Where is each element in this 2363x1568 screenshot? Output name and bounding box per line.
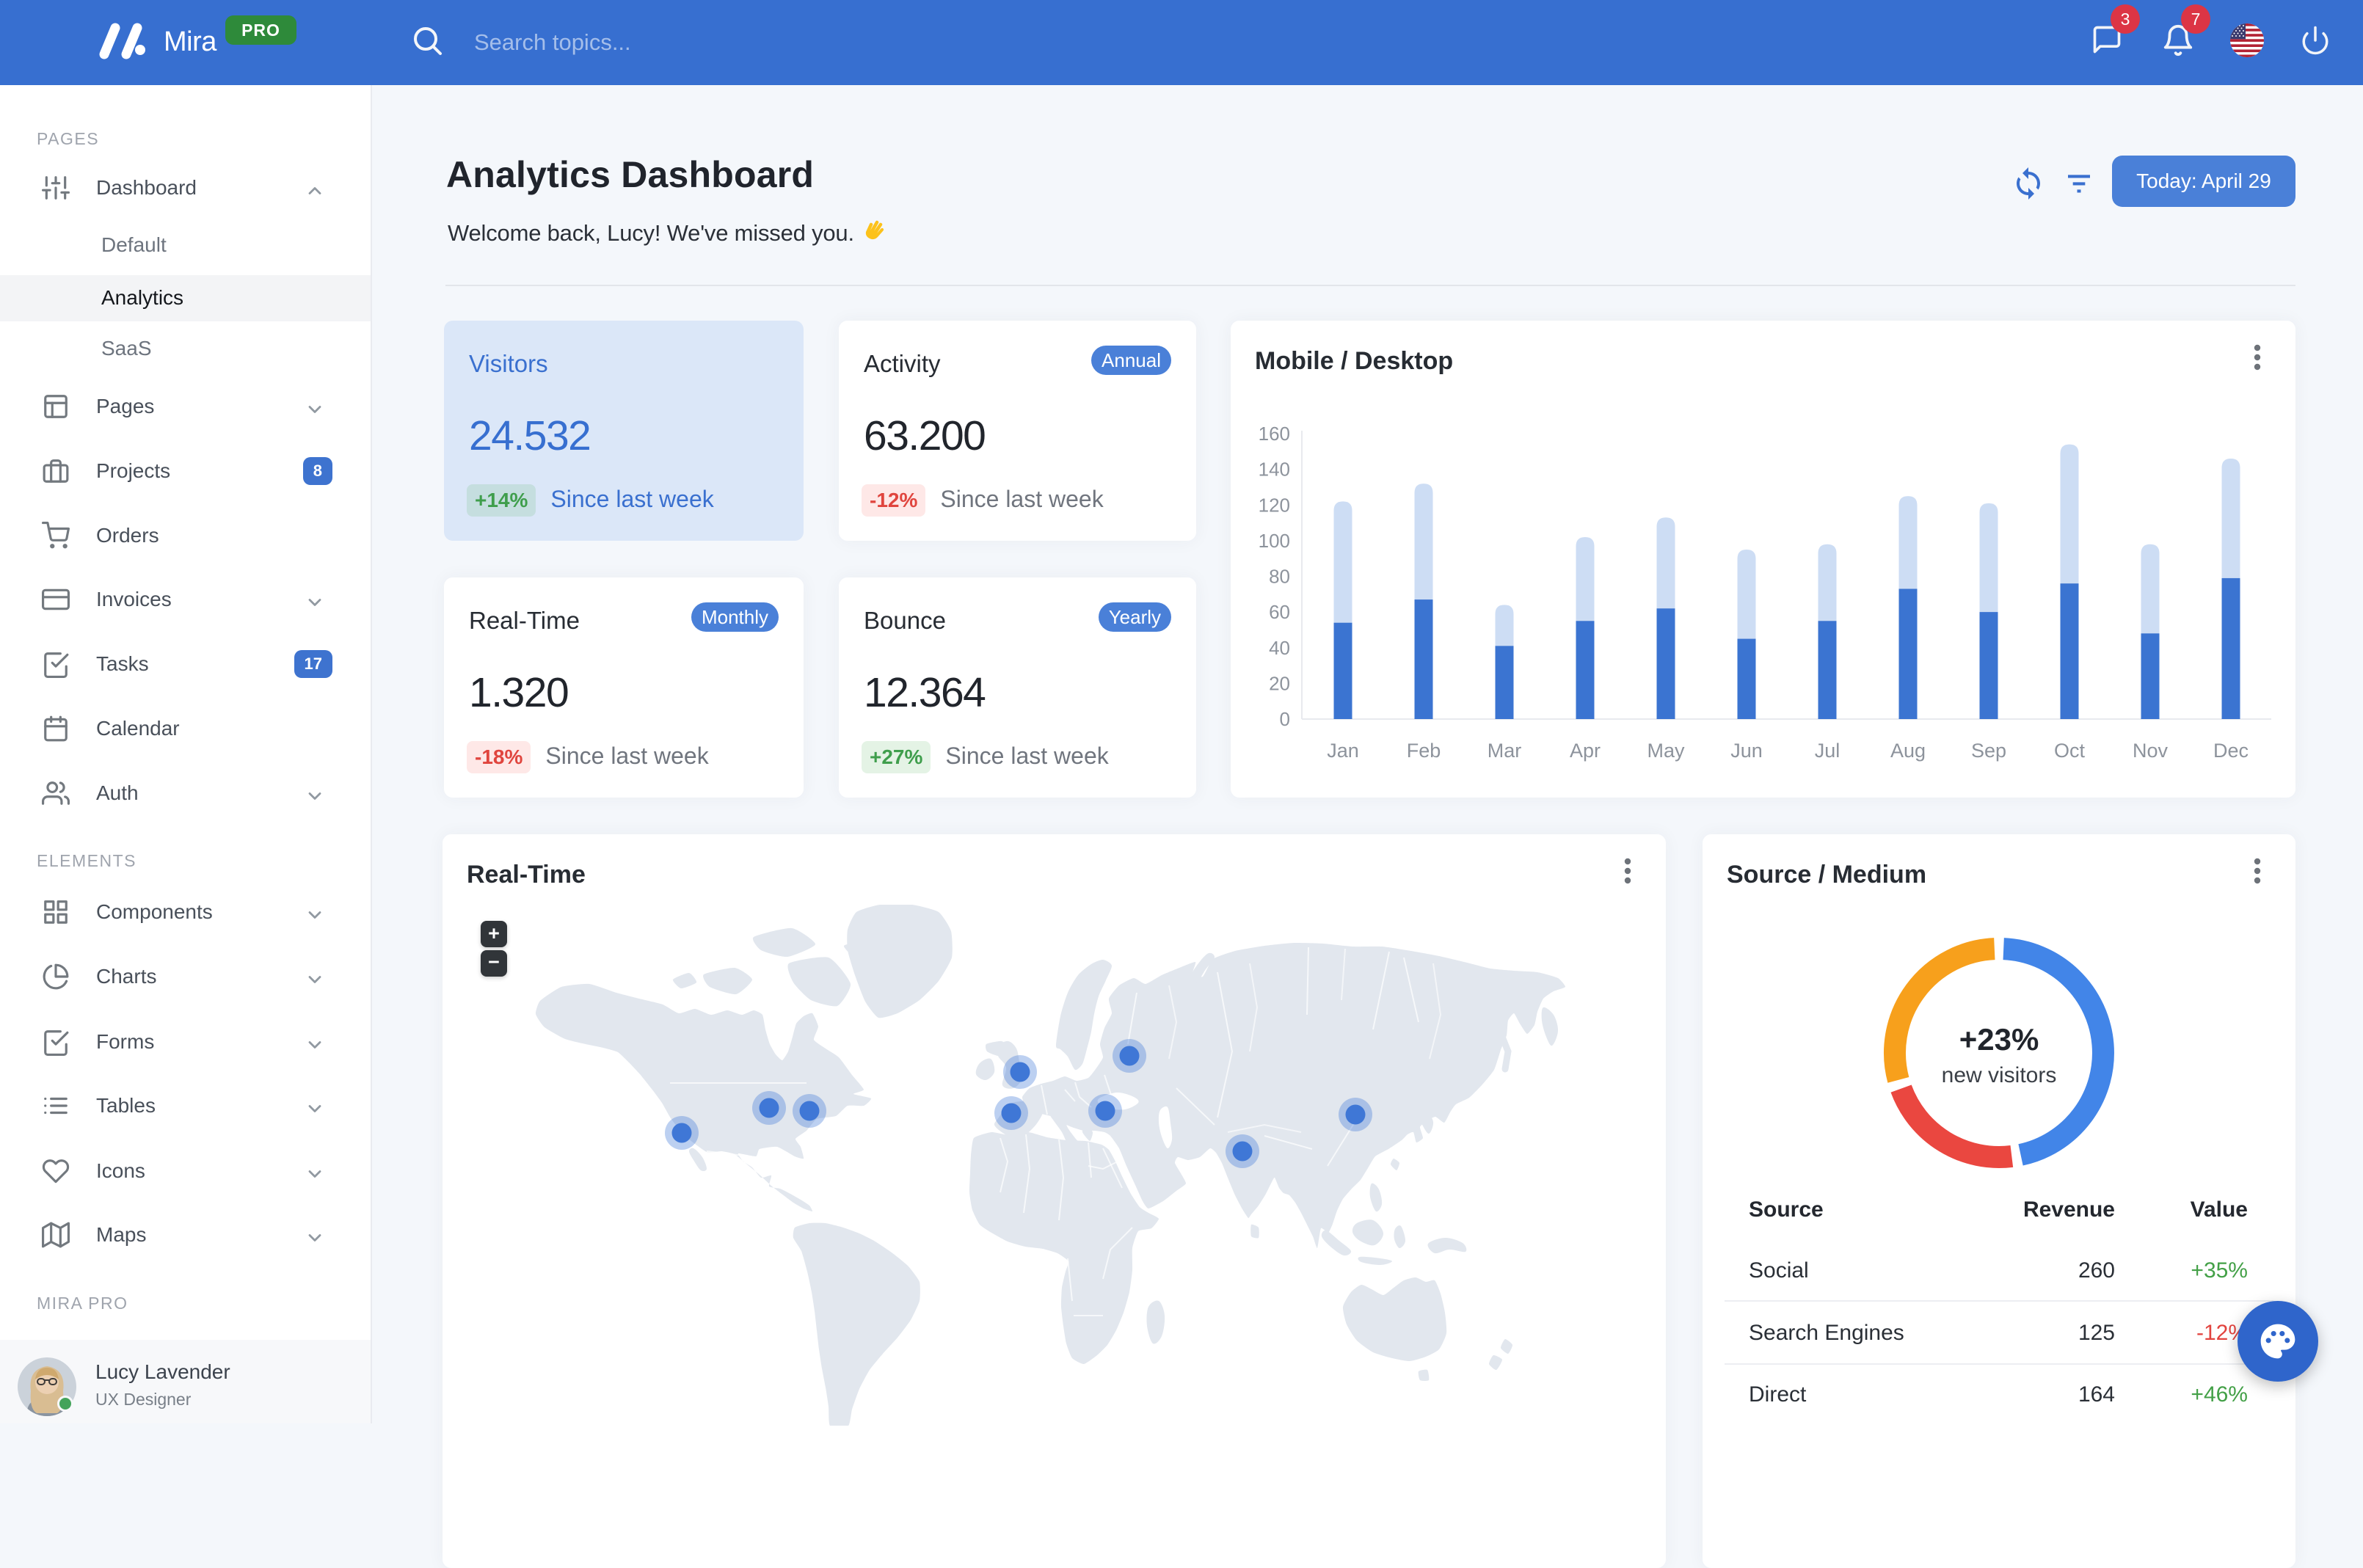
svg-text:Nov: Nov	[2133, 740, 2169, 762]
svg-text:100: 100	[1259, 530, 1290, 552]
svg-text:Oct: Oct	[2054, 740, 2086, 762]
svg-text:Aug: Aug	[1890, 740, 1926, 762]
svg-text:60: 60	[1269, 601, 1290, 623]
svg-text:160: 160	[1259, 423, 1290, 445]
svg-text:Dec: Dec	[2213, 740, 2249, 762]
svg-text:Mar: Mar	[1488, 740, 1522, 762]
svg-text:May: May	[1647, 740, 1685, 762]
svg-text:Jun: Jun	[1730, 740, 1763, 762]
svg-text:80: 80	[1269, 566, 1290, 588]
svg-text:Apr: Apr	[1570, 740, 1601, 762]
svg-text:Jul: Jul	[1815, 740, 1840, 762]
svg-text:140: 140	[1259, 459, 1290, 481]
svg-text:20: 20	[1269, 672, 1290, 694]
svg-text:Feb: Feb	[1407, 740, 1441, 762]
svg-text:Jan: Jan	[1327, 740, 1359, 762]
svg-text:40: 40	[1269, 637, 1290, 659]
svg-text:Sep: Sep	[1971, 740, 2006, 762]
svg-text:120: 120	[1259, 494, 1290, 516]
svg-text:0: 0	[1280, 708, 1290, 730]
